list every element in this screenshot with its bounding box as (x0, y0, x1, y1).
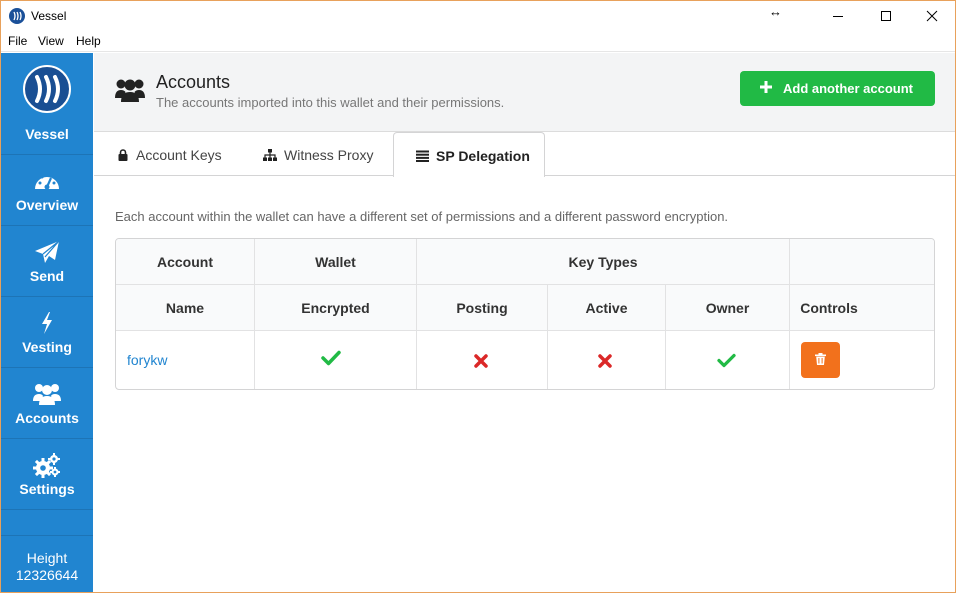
header-account: Account (157, 254, 213, 270)
sidebar-item-settings[interactable]: Settings (1, 439, 93, 510)
column-controls: Controls (800, 300, 858, 316)
brand-label: Vessel (25, 126, 69, 142)
accounts-description: Each account within the wallet can have … (115, 209, 729, 224)
header-wallet: Wallet (315, 254, 356, 270)
cross-icon (598, 354, 612, 373)
page-header: Accounts The accounts imported into this… (94, 53, 955, 132)
tab-witness-proxy[interactable]: Witness Proxy (263, 132, 393, 176)
sidebar-item-label: Vesting (22, 339, 72, 355)
tab-label: SP Delegation (436, 148, 530, 164)
tab-label: Witness Proxy (284, 147, 374, 163)
tab-sp-delegation[interactable]: SP Delegation (393, 132, 545, 177)
window-title: Vessel (31, 9, 67, 23)
check-icon (717, 353, 736, 373)
sidebar-item-vesting[interactable]: Vesting (1, 297, 93, 368)
page-title: Accounts (156, 72, 231, 92)
sidebar-item-label: Send (29, 268, 65, 284)
users-icon (1, 382, 93, 408)
resize-arrows-icon: ↔ (769, 4, 782, 19)
sidebar-item-label: Accounts (15, 410, 79, 426)
column-active: Active (585, 300, 628, 316)
plus-icon (760, 80, 772, 97)
column-owner: Owner (705, 300, 750, 316)
dashboard-icon (1, 169, 93, 195)
title-bar[interactable]: Vessel ↔ (1, 1, 955, 31)
column-name: Name (165, 300, 205, 316)
sidebar: Vessel Overview Send Vesting Accounts Se… (1, 53, 93, 592)
lock-icon (118, 148, 128, 164)
close-button[interactable] (909, 1, 955, 31)
page-subtitle: The accounts imported into this wallet a… (156, 95, 505, 110)
main-content: Accounts The accounts imported into this… (94, 53, 955, 592)
check-icon (321, 350, 341, 371)
tab-account-keys[interactable]: Account Keys (118, 132, 248, 176)
cross-icon (474, 354, 488, 373)
block-height-value: 12326644 (15, 567, 79, 583)
menu-file[interactable]: File (8, 34, 27, 48)
sidebar-item-send[interactable]: Send (1, 226, 93, 297)
accounts-table: Account Wallet Key Types Name Encrypted … (115, 238, 935, 390)
tab-label: Account Keys (136, 147, 222, 163)
table-header (116, 239, 934, 331)
gears-icon (1, 453, 93, 479)
sidebar-item-label: Overview (15, 197, 79, 213)
account-name-link[interactable]: forykw (127, 352, 167, 368)
column-posting: Posting (456, 300, 508, 316)
list-icon (416, 149, 429, 165)
trash-icon (815, 353, 826, 365)
minimize-button[interactable] (815, 1, 861, 31)
users-icon (115, 77, 145, 108)
block-height-label: Height (26, 550, 68, 566)
maximize-button[interactable] (863, 1, 909, 31)
menu-help[interactable]: Help (76, 34, 101, 48)
app-window: Vessel ↔ File View Help Vessel Overview … (0, 0, 956, 593)
block-height: Height 12326644 (1, 535, 93, 592)
vessel-logo-icon (9, 8, 25, 24)
add-account-label: Add another account (783, 81, 914, 96)
sitemap-icon (263, 148, 277, 164)
sidebar-brand[interactable]: Vessel (1, 53, 93, 155)
column-encrypted: Encrypted (301, 300, 370, 316)
sidebar-item-label: Settings (19, 481, 75, 497)
steem-logo-icon (23, 65, 71, 113)
menu-bar: File View Help (1, 31, 955, 52)
header-key-types: Key Types (568, 254, 638, 270)
sidebar-item-overview[interactable]: Overview (1, 155, 93, 226)
lightning-icon (1, 311, 93, 337)
delete-account-button[interactable] (801, 342, 840, 378)
paper-plane-icon (1, 240, 93, 266)
menu-view[interactable]: View (38, 34, 64, 48)
sidebar-item-accounts[interactable]: Accounts (1, 368, 93, 439)
add-account-button[interactable]: Add another account (740, 71, 935, 106)
tab-bar: Account Keys Witness Proxy SP Delegation (94, 132, 955, 177)
